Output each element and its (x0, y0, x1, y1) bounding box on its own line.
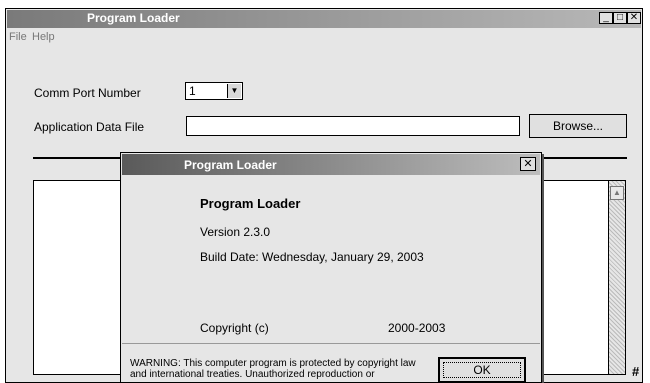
close-button[interactable]: ✕ (627, 12, 641, 24)
minimize-button[interactable]: _ (599, 12, 613, 24)
scroll-up-icon[interactable]: ▲ (610, 186, 624, 200)
product-name: Program Loader (200, 196, 301, 211)
dialog-close-button[interactable]: ✕ (520, 157, 536, 171)
dialog-titlebar[interactable]: Program Loader ✕ (122, 154, 540, 175)
browse-button[interactable]: Browse... (529, 114, 627, 138)
warning-text: WARNING: This computer program is protec… (130, 358, 416, 380)
menu-file[interactable]: File (9, 31, 27, 43)
ok-button[interactable]: OK (438, 357, 526, 383)
copyright-years: 2000-2003 (388, 321, 446, 335)
dialog-title: Program Loader (184, 158, 277, 172)
app-data-file-label: Application Data File (34, 120, 145, 134)
version-text: Version 2.3.0 (200, 225, 271, 239)
log-scrollbar[interactable]: ▲ (608, 180, 626, 375)
window-title: Program Loader (87, 11, 180, 25)
maximize-button[interactable]: □ (613, 12, 627, 24)
comm-port-value: 1 (189, 84, 196, 98)
dialog-divider (122, 343, 540, 344)
build-date-text: Build Date: Wednesday, January 29, 2003 (200, 250, 424, 264)
dropdown-arrow-icon[interactable]: ▼ (227, 84, 241, 98)
hash-marker: # (632, 364, 640, 379)
menu-bar: File Help (7, 30, 641, 46)
menu-help[interactable]: Help (32, 31, 55, 43)
about-dialog: Program Loader ✕ Program Loader Version … (120, 152, 542, 383)
app-data-file-input[interactable] (186, 116, 520, 136)
comm-port-label: Comm Port Number (34, 86, 141, 100)
main-titlebar[interactable]: Program Loader _ □ ✕ (7, 10, 641, 28)
comm-port-select[interactable]: 1 ▼ (185, 82, 243, 100)
copyright-text: Copyright (c) (200, 321, 269, 335)
ok-focus-rect (443, 362, 521, 378)
